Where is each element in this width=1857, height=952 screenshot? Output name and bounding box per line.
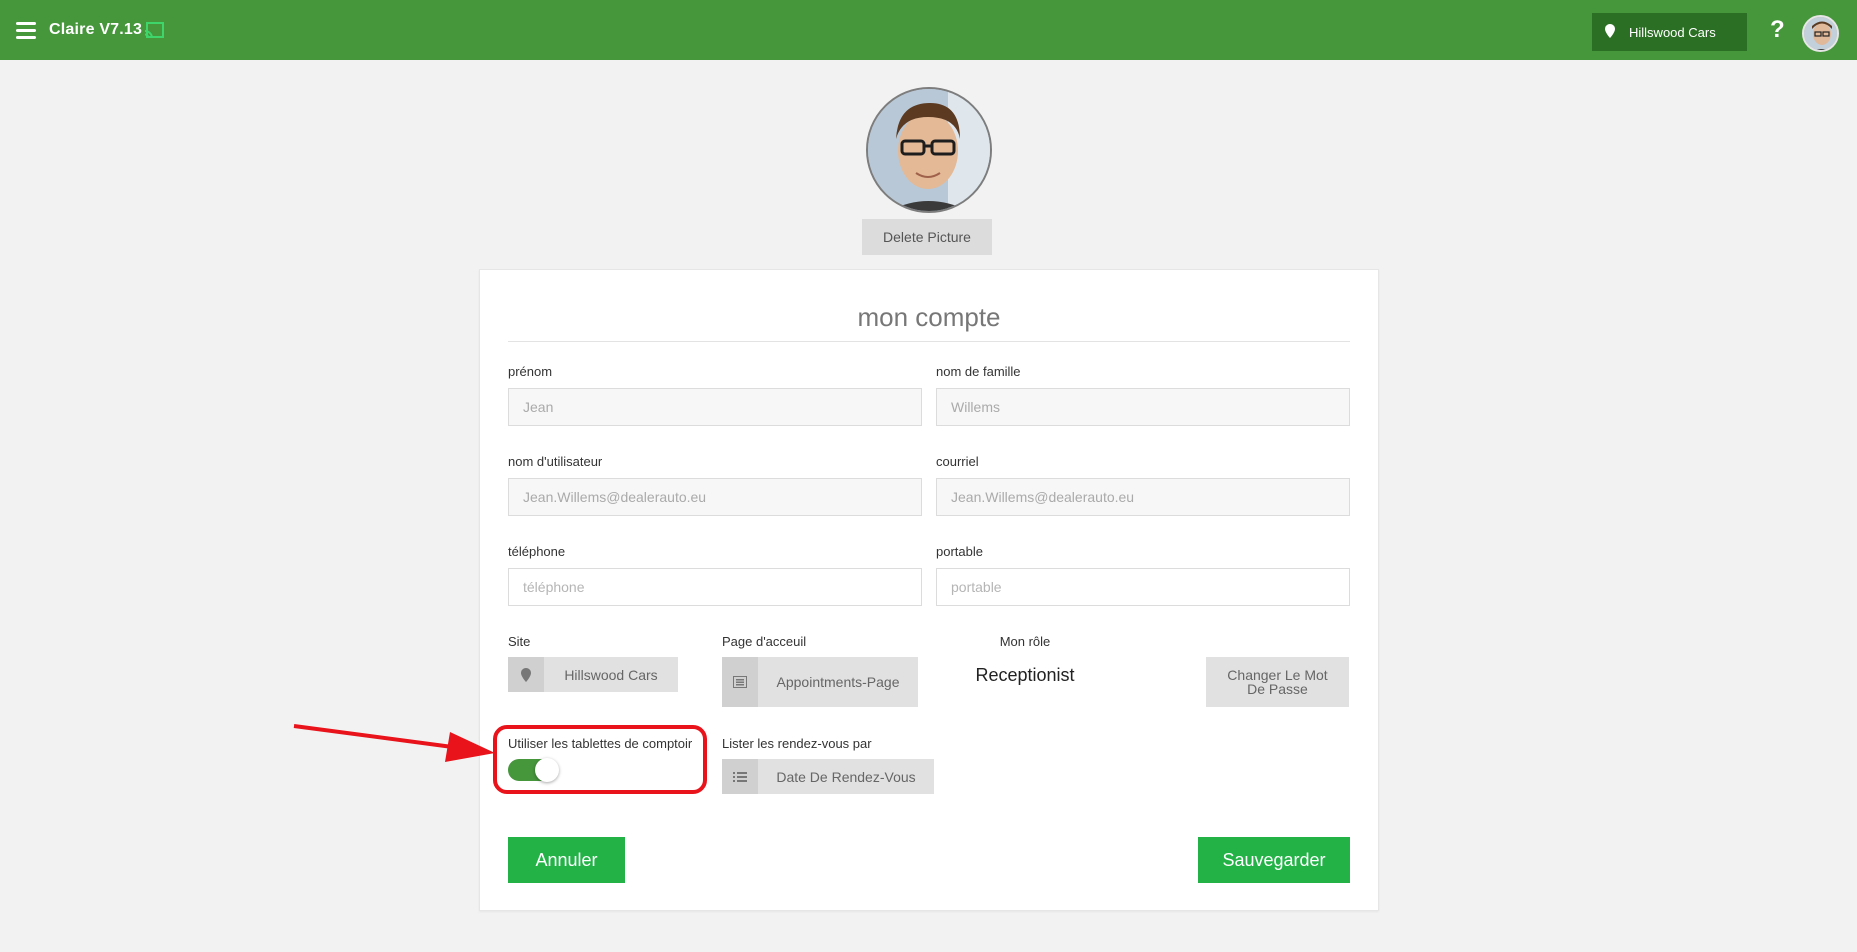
profile-picture (866, 87, 992, 213)
site-selector[interactable]: Hillswood Cars (1592, 13, 1747, 51)
first-name-label: prénom (508, 364, 553, 379)
username-input[interactable] (508, 478, 922, 516)
role-value: Receptionist (975, 665, 1075, 685)
delete-picture-button[interactable]: Delete Picture (862, 219, 992, 255)
home-page-label: Page d'acceuil (722, 634, 807, 649)
help-icon[interactable]: ? (1770, 16, 1785, 44)
phone-label: téléphone (508, 544, 566, 559)
mobile-label: portable (936, 544, 983, 559)
location-pin-icon (1605, 24, 1615, 38)
list-appointments-label: Lister les rendez-vous par (722, 736, 872, 751)
phone-input[interactable] (508, 568, 922, 606)
user-avatar-image (1804, 17, 1837, 50)
role-label: Mon rôle (999, 634, 1051, 649)
username-label: nom d'utilisateur (508, 454, 603, 469)
profile-photo (868, 89, 990, 211)
top-bar: Claire V7.13 Hillswood Cars ? (0, 0, 1857, 60)
site-button-label: Hillswood Cars (564, 666, 658, 683)
home-page-button-label: Appointments-Page (776, 674, 900, 690)
title-divider (508, 341, 1350, 342)
cast-icon[interactable] (144, 22, 164, 39)
mobile-input[interactable] (936, 568, 1350, 606)
account-card: mon compte prénom nom de famille nom d'u… (479, 269, 1379, 911)
site-button[interactable]: Hillswood Cars (508, 657, 678, 692)
annotation-highlight-box (493, 725, 707, 794)
annotation-arrow (293, 724, 495, 762)
site-label: Site (508, 634, 531, 649)
last-name-input[interactable] (936, 388, 1350, 426)
email-input[interactable] (936, 478, 1350, 516)
site-selector-label: Hillswood Cars (1629, 25, 1716, 40)
list-appointments-button-label: Date De Rendez-Vous (776, 768, 916, 785)
menu-icon[interactable] (16, 22, 36, 39)
email-label: courriel (936, 454, 979, 469)
page-icon (722, 657, 758, 707)
list-icon (722, 759, 758, 794)
last-name-label: nom de famille (936, 364, 1021, 379)
location-pin-icon (508, 657, 544, 692)
app-title: Claire V7.13 (49, 21, 143, 38)
page-title: mon compte (857, 302, 1001, 332)
home-page-button[interactable]: Appointments-Page (722, 657, 918, 707)
list-appointments-button[interactable]: Date De Rendez-Vous (722, 759, 934, 794)
change-password-button[interactable]: Changer Le Mot De Passe (1206, 657, 1349, 707)
user-avatar[interactable] (1802, 15, 1839, 52)
cancel-button[interactable]: Annuler (508, 837, 625, 883)
first-name-input[interactable] (508, 388, 922, 426)
save-button[interactable]: Sauvegarder (1198, 837, 1350, 883)
